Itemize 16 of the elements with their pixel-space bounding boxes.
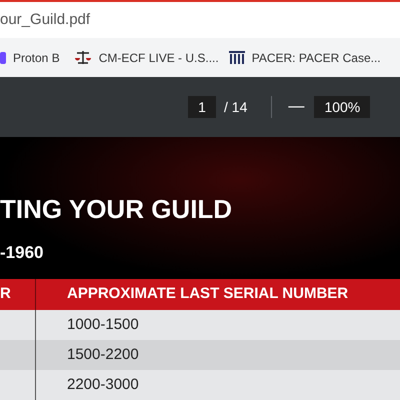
address-bar[interactable]: our_Guild.pdf <box>0 2 400 38</box>
bookmark-item[interactable]: CM-ECF LIVE - U.S.... <box>74 48 219 67</box>
zoom-out-button[interactable]: — <box>288 95 304 120</box>
document-title: TING YOUR GUILD <box>0 195 234 224</box>
table-cell-text: 2200-3000 <box>66 374 139 395</box>
bookmark-item[interactable]: Proton B <box>0 48 60 67</box>
table-cell-text: 1500-2200 <box>66 344 139 365</box>
page-count: / 14 <box>224 98 248 117</box>
table-header: APPROXIMATE LAST SERIAL NUMBER <box>66 284 348 304</box>
bookmark-item[interactable]: PACER: PACER Case... <box>228 48 381 67</box>
scales-icon <box>74 48 92 67</box>
zoom-field[interactable]: 100% <box>314 96 370 118</box>
document-subtitle: -1960 <box>0 243 44 264</box>
pillars-icon <box>228 50 245 66</box>
table-cell-text: 1000-1500 <box>66 314 139 335</box>
page-number-field[interactable]: 1 <box>188 96 216 118</box>
